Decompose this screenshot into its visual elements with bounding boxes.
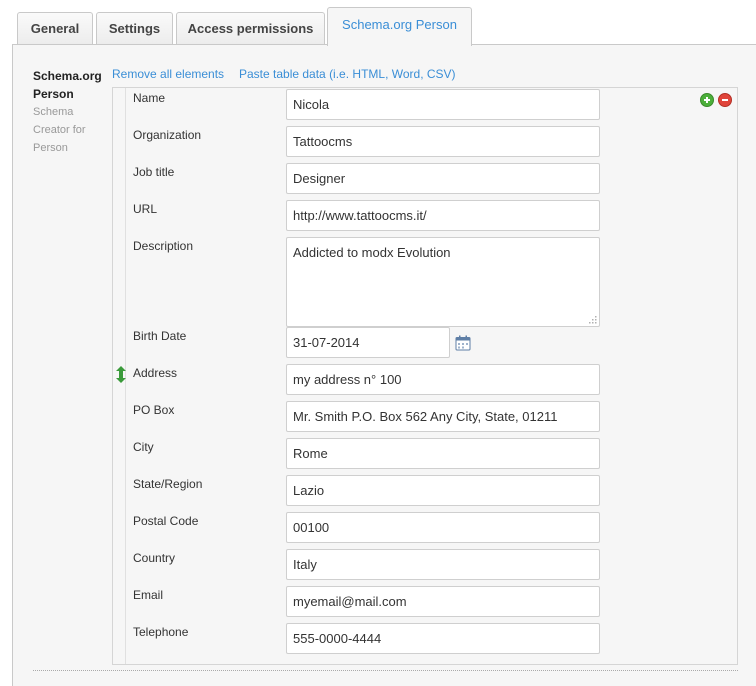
remove-row-icon[interactable]: [718, 93, 732, 107]
section-title: Schema.org Person: [33, 69, 102, 101]
birth-date-label: Birth Date: [133, 329, 187, 343]
description-text: Addicted to modx Evolution: [293, 245, 451, 260]
tab-settings[interactable]: Settings: [96, 12, 173, 45]
job-title-field[interactable]: Designer: [286, 163, 600, 194]
po-box-field[interactable]: Mr. Smith P.O. Box 562 Any City, State, …: [286, 401, 600, 432]
state-region-field[interactable]: Lazio: [286, 475, 600, 506]
resize-grip-icon[interactable]: [587, 314, 597, 324]
city-label: City: [133, 440, 154, 454]
state-region-label: State/Region: [133, 477, 203, 491]
section-description: Schema Creator for Person: [33, 106, 86, 154]
description-textarea[interactable]: Addicted to modx Evolution: [286, 237, 600, 327]
organization-label: Organization: [133, 128, 202, 142]
country-label: Country: [133, 551, 176, 565]
paste-table-data-link[interactable]: Paste table data (i.e. HTML, Word, CSV): [239, 67, 456, 81]
tab-schema-org-person[interactable]: Schema.org Person: [327, 7, 472, 46]
address-label: Address: [133, 366, 178, 380]
description-label: Description: [133, 239, 194, 253]
organization-field[interactable]: Tattoocms: [286, 126, 600, 157]
move-row-icon[interactable]: [116, 366, 126, 383]
tab-bar: General Settings Access permissions Sche…: [0, 0, 756, 46]
job-title-label: Job title: [133, 165, 175, 179]
tab-general[interactable]: General: [17, 12, 93, 45]
postal-code-label: Postal Code: [133, 514, 199, 528]
tab-access-permissions[interactable]: Access permissions: [176, 12, 325, 45]
name-label: Name: [133, 91, 166, 105]
add-row-icon[interactable]: [700, 93, 714, 107]
name-field[interactable]: Nicola: [286, 89, 600, 120]
url-field[interactable]: http://www.tattoocms.it/: [286, 200, 600, 231]
country-field[interactable]: Italy: [286, 549, 600, 580]
po-box-label: PO Box: [133, 403, 175, 417]
city-field[interactable]: Rome: [286, 438, 600, 469]
address-field[interactable]: my address n° 100: [286, 364, 600, 395]
postal-code-field[interactable]: 00100: [286, 512, 600, 543]
telephone-field[interactable]: 555-0000-4444: [286, 623, 600, 654]
telephone-label: Telephone: [133, 625, 189, 639]
email-label: Email: [133, 588, 164, 602]
remove-all-elements-link[interactable]: Remove all elements: [112, 67, 224, 81]
section-divider: [33, 670, 738, 671]
url-label: URL: [133, 202, 158, 216]
calendar-icon[interactable]: [455, 335, 471, 351]
birth-date-field[interactable]: 31-07-2014: [286, 327, 450, 358]
email-field[interactable]: myemail@mail.com: [286, 586, 600, 617]
